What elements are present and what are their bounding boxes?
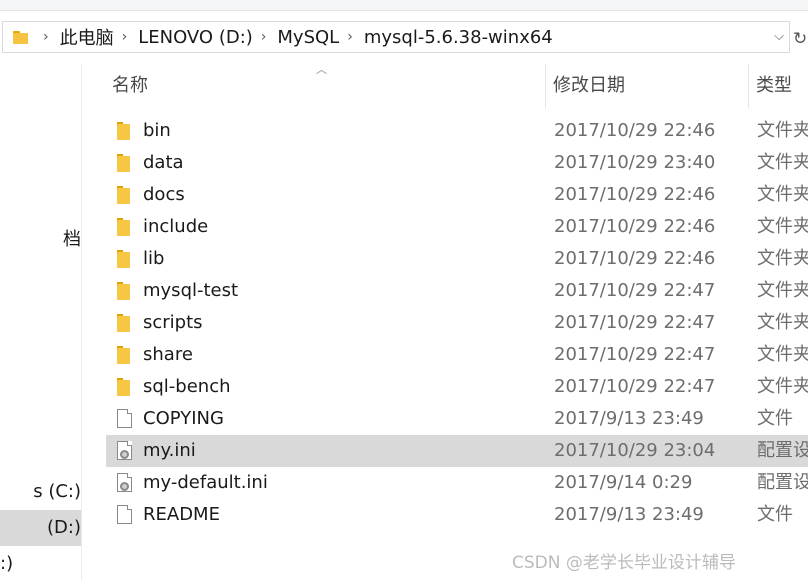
file-row[interactable]: mysql-test 2017/10/29 22:47 文件夹 xyxy=(106,275,808,307)
file-name: data xyxy=(143,152,184,173)
file-type: 文件夹 xyxy=(757,216,808,237)
ribbon-strip xyxy=(0,0,808,11)
file-type: 文件 xyxy=(757,408,793,429)
file-type: 文件夹 xyxy=(757,344,808,365)
file-name: include xyxy=(143,216,209,237)
file-type: 配置设置 xyxy=(757,472,808,493)
column-header-label: 名称 xyxy=(112,75,148,96)
chevron-right-icon[interactable]: › xyxy=(43,29,49,45)
file-type: 文件夹 xyxy=(757,248,808,269)
nav-item-drive-c[interactable]: s (C:) xyxy=(0,474,81,510)
chevron-right-icon[interactable]: › xyxy=(261,29,267,45)
file-row[interactable]: my.ini 2017/10/29 23:04 配置设置 xyxy=(106,435,808,467)
file-date: 2017/10/29 22:47 xyxy=(554,312,716,333)
file-date: 2017/10/29 22:46 xyxy=(554,184,716,205)
refresh-icon[interactable]: ↻ xyxy=(793,28,808,50)
file-icon xyxy=(117,409,132,428)
file-date: 2017/10/29 22:46 xyxy=(554,216,716,237)
file-name: share xyxy=(143,344,193,365)
nav-item-documents[interactable]: 档 xyxy=(0,222,81,258)
folder-icon xyxy=(116,346,132,364)
file-date: 2017/9/13 23:49 xyxy=(554,408,704,429)
file-date: 2017/10/29 22:47 xyxy=(554,344,716,365)
file-date: 2017/10/29 22:46 xyxy=(554,248,716,269)
file-date: 2017/9/13 23:49 xyxy=(554,504,704,525)
file-date: 2017/10/29 23:40 xyxy=(554,152,716,173)
file-name: my.ini xyxy=(143,440,196,461)
file-name: COPYING xyxy=(143,408,224,429)
file-date: 2017/10/29 22:47 xyxy=(554,280,716,301)
ini-file-icon xyxy=(117,473,132,492)
file-name: mysql-test xyxy=(143,280,239,301)
nav-item-drive-d[interactable]: (D:) xyxy=(0,510,81,546)
file-type: 文件夹 xyxy=(757,280,808,301)
chevron-right-icon[interactable]: › xyxy=(347,29,353,45)
file-name: docs xyxy=(143,184,185,205)
file-row[interactable]: my-default.ini 2017/9/14 0:29 配置设置 xyxy=(106,467,808,499)
file-type: 配置设置 xyxy=(757,440,808,461)
folder-icon xyxy=(116,378,132,396)
folder-icon xyxy=(116,282,132,300)
nav-item-label: (D:) xyxy=(47,517,81,538)
file-name: bin xyxy=(143,120,171,141)
file-row[interactable]: bin 2017/10/29 22:46 文件夹 xyxy=(106,115,808,147)
address-row: › 此电脑 › LENOVO (D:) › MySQL › mysql-5.6.… xyxy=(0,11,808,63)
nav-item-label: :) xyxy=(0,553,14,574)
folder-icon xyxy=(116,122,132,140)
column-header-type[interactable]: 类型 xyxy=(748,64,808,108)
folder-icon xyxy=(116,314,132,332)
file-name: scripts xyxy=(143,312,203,333)
file-type: 文件夹 xyxy=(757,312,808,333)
file-date: 2017/10/29 22:47 xyxy=(554,376,716,397)
breadcrumb-mysql[interactable]: MySQL xyxy=(275,27,341,48)
file-row[interactable]: docs 2017/10/29 22:46 文件夹 xyxy=(106,179,808,211)
file-row[interactable]: share 2017/10/29 22:47 文件夹 xyxy=(106,339,808,371)
nav-item-label: s (C:) xyxy=(33,481,81,502)
file-date: 2017/9/14 0:29 xyxy=(554,472,693,493)
file-type: 文件夹 xyxy=(757,120,808,141)
column-header-label: 修改日期 xyxy=(553,75,625,96)
breadcrumb-mysql-version[interactable]: mysql-5.6.38-winx64 xyxy=(362,27,555,48)
nav-item-drive-e[interactable]: :) xyxy=(0,546,81,580)
file-row[interactable]: README 2017/9/13 23:49 文件 xyxy=(106,499,808,531)
file-type: 文件夹 xyxy=(757,184,808,205)
file-name: my-default.ini xyxy=(143,472,268,493)
file-row[interactable]: COPYING 2017/9/13 23:49 文件 xyxy=(106,403,808,435)
file-row[interactable]: include 2017/10/29 22:46 文件夹 xyxy=(106,211,808,243)
folder-icon xyxy=(116,250,132,268)
column-header-name[interactable]: 名称 xyxy=(106,64,544,108)
file-type: 文件夹 xyxy=(757,152,808,173)
folder-icon xyxy=(13,31,28,44)
column-header-date[interactable]: 修改日期 xyxy=(545,64,748,108)
file-type: 文件 xyxy=(757,504,793,525)
folder-icon xyxy=(116,186,132,204)
file-date: 2017/10/29 23:04 xyxy=(554,440,716,461)
folder-icon xyxy=(116,218,132,236)
file-date: 2017/10/29 22:46 xyxy=(554,120,716,141)
breadcrumb: › 此电脑 › LENOVO (D:) › MySQL › mysql-5.6.… xyxy=(37,22,555,52)
nav-item-label: 档 xyxy=(63,229,81,250)
column-header-label: 类型 xyxy=(756,75,792,96)
watermark: CSDN @老学长毕业设计辅导 xyxy=(512,553,736,573)
file-type: 文件夹 xyxy=(757,376,808,397)
chevron-down-icon[interactable]: ⌵ xyxy=(769,27,789,47)
breadcrumb-drive-d[interactable]: LENOVO (D:) xyxy=(136,27,255,48)
address-bar[interactable]: › 此电脑 › LENOVO (D:) › MySQL › mysql-5.6.… xyxy=(2,21,790,53)
file-icon xyxy=(117,505,132,524)
navigation-pane: 档 s (C:) (D:) :) xyxy=(0,64,82,580)
file-row[interactable]: sql-bench 2017/10/29 22:47 文件夹 xyxy=(106,371,808,403)
chevron-right-icon[interactable]: › xyxy=(122,29,128,45)
file-row[interactable]: lib 2017/10/29 22:46 文件夹 xyxy=(106,243,808,275)
file-row[interactable]: scripts 2017/10/29 22:47 文件夹 xyxy=(106,307,808,339)
file-row[interactable]: data 2017/10/29 23:40 文件夹 xyxy=(106,147,808,179)
file-name: lib xyxy=(143,248,165,269)
file-name: sql-bench xyxy=(143,376,231,397)
ini-file-icon xyxy=(117,441,132,460)
file-name: README xyxy=(143,504,220,525)
breadcrumb-this-pc[interactable]: 此电脑 xyxy=(58,24,116,50)
folder-icon xyxy=(116,154,132,172)
